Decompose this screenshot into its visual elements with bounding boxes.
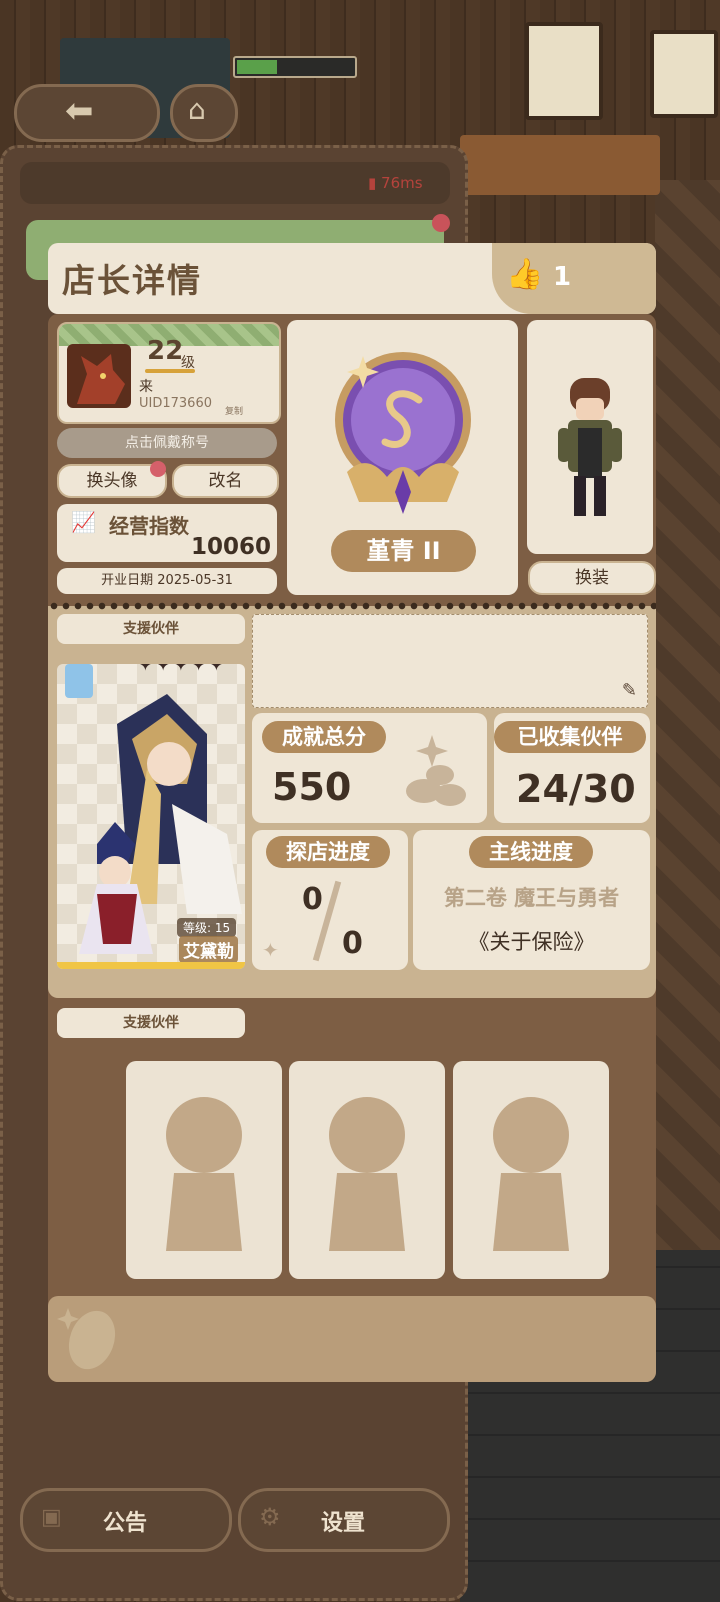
avatar[interactable]: [67, 344, 131, 408]
scene-floor-right: [655, 180, 720, 1260]
edit-icon[interactable]: ✎: [622, 680, 637, 701]
scene-frame: [650, 30, 718, 118]
explore-progress-card: 探店进度 0 0 ✦: [252, 830, 408, 970]
support-partner-tab-lower: 支援伙伴: [57, 1008, 245, 1038]
notification-dot: [432, 214, 450, 232]
silhouette-icon: [166, 1097, 242, 1251]
business-index-label: 经营指数: [109, 514, 189, 538]
shopkeeper-sprite-icon: [558, 378, 622, 516]
briefcase-icon: ▣: [41, 1505, 62, 1530]
perforation-divider: [48, 602, 656, 610]
home-button[interactable]: ⌂: [170, 84, 238, 142]
support-partner-card[interactable]: ✦✦✦✦✦ 等级: 15 艾黛勒: [57, 664, 245, 969]
business-index-value: 10060: [190, 534, 271, 560]
story-volume: 第二卷 魔王与勇者: [443, 886, 620, 910]
energy-gauge-fill: [237, 60, 277, 74]
settings-label: 设置: [321, 1511, 366, 1536]
business-index-card: 📈 经营指数 10060: [57, 504, 277, 562]
story-chapter: 《关于保险》: [468, 930, 595, 954]
sparkle-icon: ✦: [262, 938, 279, 962]
coffee-bean-icon: [57, 1308, 116, 1370]
open-date: 开业日期 2025-05-31: [57, 568, 277, 594]
signal-icon: ▮: [368, 174, 377, 192]
dragon-avatar-icon: [77, 354, 125, 404]
collected-partners-card: 已收集伙伴 24/30: [494, 713, 650, 823]
explore-total: 0: [342, 926, 363, 961]
silhouette-icon: [329, 1097, 405, 1251]
back-button[interactable]: ⬅: [14, 84, 160, 142]
notice-button[interactable]: ▣ 公告: [20, 1488, 232, 1552]
coffee-beans-icon: [406, 735, 466, 806]
achievement-label: 成就总分: [262, 721, 386, 753]
story-progress-card: 主线进度 第二卷 魔王与勇者 《关于保险》: [413, 830, 650, 970]
scene-frame: [525, 22, 603, 120]
support-partner-tab: 支援伙伴: [57, 614, 245, 644]
decor-strip: [48, 1296, 656, 1382]
energy-gauge: [233, 56, 357, 78]
page-title: 店长详情: [62, 261, 202, 300]
home-icon: ⌂: [188, 93, 206, 126]
empty-partner-slot[interactable]: [289, 1061, 445, 1279]
arrow-left-icon: ⬅: [65, 91, 94, 131]
story-label: 主线进度: [469, 836, 593, 868]
partner-rarity-bar: [57, 962, 245, 969]
player-level: 22: [147, 336, 184, 366]
rank-name: 堇青 II: [331, 530, 476, 572]
equip-title-button[interactable]: 点击佩戴称号: [57, 428, 277, 458]
like-count: 1: [553, 262, 572, 292]
player-uid: UID173660: [139, 396, 212, 411]
silhouette-icon: [493, 1097, 569, 1251]
achievement-value: 550: [272, 765, 352, 809]
ping-readout: ▮ 76ms: [368, 174, 423, 192]
scene-counter: [460, 135, 660, 195]
notice-label: 公告: [103, 1511, 148, 1536]
copy-uid-button[interactable]: 复制: [225, 404, 243, 417]
player-name: 来: [139, 379, 153, 395]
change-outfit-button[interactable]: 换装: [528, 561, 656, 595]
empty-partner-slot[interactable]: [453, 1061, 609, 1279]
rank-emblem-icon: [335, 352, 471, 514]
new-badge: [150, 461, 166, 477]
rename-button[interactable]: 改名: [172, 464, 279, 498]
like-button[interactable]: 👍: [492, 243, 656, 314]
partner-name: 艾黛勒: [179, 936, 238, 963]
gear-icon: ⚙: [259, 1503, 281, 1531]
rarity-stars: ✦✦✦✦✦: [137, 664, 226, 676]
thumbs-up-icon: 👍: [506, 257, 544, 292]
signature-box[interactable]: ✎: [252, 614, 648, 708]
profile-card: 22 级 来 UID173660 复制: [57, 322, 281, 424]
partner-level: 等级: 15: [177, 918, 237, 937]
settings-button[interactable]: ⚙ 设置: [238, 1488, 450, 1552]
collected-value: 24/30: [516, 767, 636, 811]
element-icon: [65, 664, 93, 698]
explore-label: 探店进度: [266, 836, 390, 868]
explore-current: 0: [302, 882, 323, 917]
achievement-card: 成就总分 550: [252, 713, 487, 823]
empty-partner-slot[interactable]: [126, 1061, 282, 1279]
level-progress: [145, 369, 195, 373]
chart-icon: 📈: [71, 510, 96, 534]
collected-label: 已收集伙伴: [494, 721, 646, 753]
